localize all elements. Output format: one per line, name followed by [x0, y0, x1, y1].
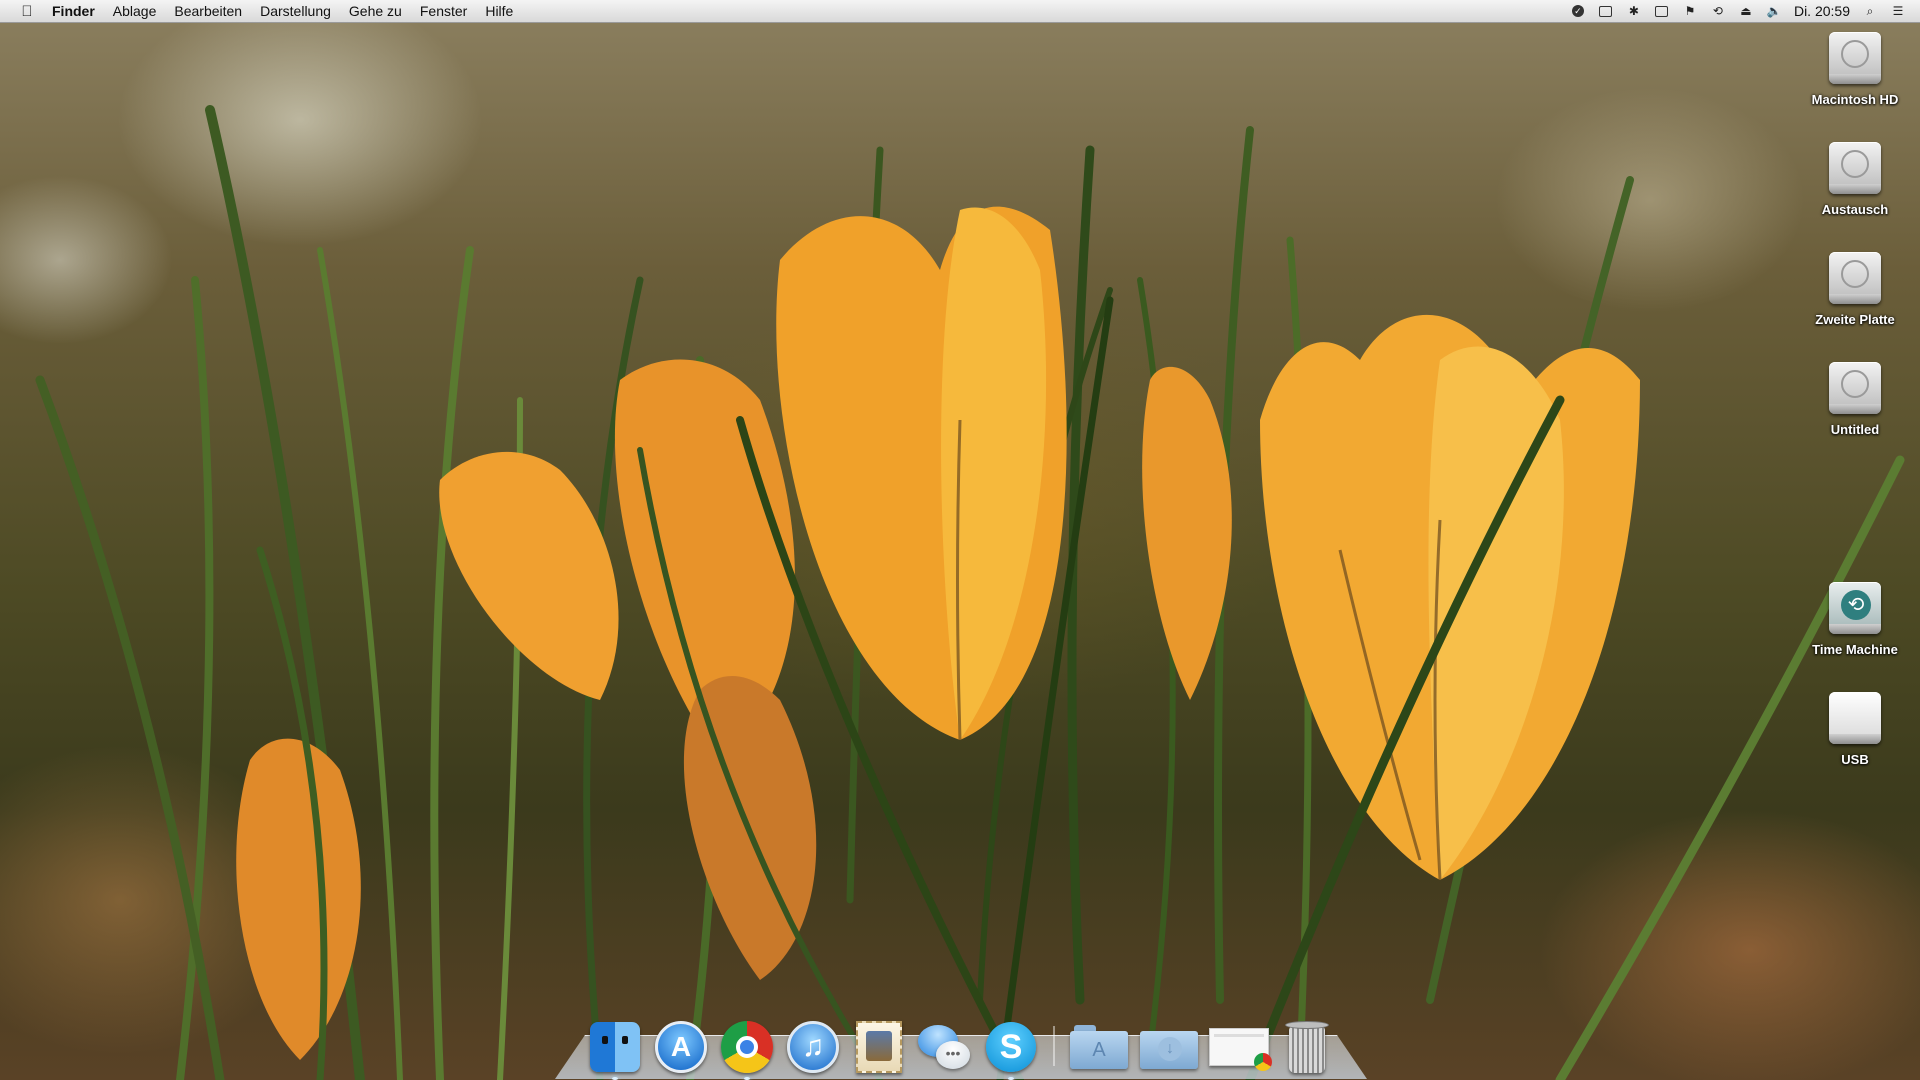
desktop-icon-zweite-platte[interactable]: Zweite Platte [1800, 248, 1910, 327]
app-store-icon: A [655, 1021, 707, 1073]
dock-item-trash[interactable] [1279, 1019, 1335, 1075]
dock-item-downloads-folder[interactable] [1139, 1019, 1199, 1075]
applications-folder-icon: A [1070, 1025, 1128, 1069]
notification-center-icon[interactable]: ☰ [1890, 4, 1906, 18]
dock: A ♫ ••• S A [555, 1017, 1367, 1080]
chrome-icon [721, 1021, 773, 1073]
dock-item-applications-folder[interactable]: A [1069, 1019, 1129, 1075]
dock-item-finder[interactable] [587, 1019, 643, 1080]
menu-ablage[interactable]: Ablage [104, 3, 166, 19]
dock-item-mail[interactable] [851, 1019, 907, 1075]
desktop-icon-label: Zweite Platte [1815, 312, 1895, 327]
time-machine-icon[interactable]: ⟲ [1710, 4, 1726, 18]
desktop-icon-label: Untitled [1830, 422, 1880, 437]
desktop-icon-label: Macintosh HD [1811, 92, 1899, 107]
skype-icon: S [986, 1022, 1036, 1072]
dock-item-chrome[interactable] [719, 1019, 775, 1080]
menu-hilfe[interactable]: Hilfe [476, 3, 522, 19]
spotlight-search-icon[interactable]: ⌕ [1862, 4, 1878, 18]
menu-darstellung[interactable]: Darstellung [251, 3, 340, 19]
usb-drive-icon [1827, 688, 1883, 748]
status-area: ✓ ✱ ⚑ ⟲ ⏏ 🔈 Di. 20:59 ⌕ ☰ [1570, 3, 1906, 19]
downloads-folder-icon [1140, 1025, 1198, 1069]
dock-item-documents-stack[interactable] [1209, 1019, 1272, 1075]
dock-item-app-store[interactable]: A [653, 1019, 709, 1075]
dock-item-messages[interactable]: ••• [917, 1019, 973, 1075]
menu-fenster[interactable]: Fenster [411, 3, 476, 19]
dock-item-itunes[interactable]: ♫ [785, 1019, 841, 1075]
display-icon[interactable] [1598, 4, 1614, 18]
desktop-icon-label: Time Machine [1812, 642, 1898, 657]
hard-drive-icon [1827, 138, 1883, 198]
desktop-icon-label: USB [1841, 752, 1869, 767]
dropbox-icon[interactable]: ✓ [1570, 4, 1586, 18]
trash-icon [1285, 1019, 1329, 1075]
itunes-icon: ♫ [787, 1021, 839, 1073]
apple-icon[interactable]:  [12, 3, 42, 20]
desktop-icon-label: Austausch [1821, 202, 1889, 217]
desktop-icon-usb[interactable]: USB [1800, 688, 1910, 767]
dock-items: A ♫ ••• S A [587, 1017, 1335, 1080]
bluetooth-icon[interactable]: ✱ [1626, 4, 1642, 18]
flag-icon[interactable]: ⚑ [1682, 4, 1698, 18]
time-machine-drive-icon: ⟲ [1827, 578, 1883, 638]
menu-app-name[interactable]: Finder [42, 3, 104, 19]
volume-icon[interactable]: 🔈 [1766, 4, 1782, 18]
menu-clock[interactable]: Di. 20:59 [1794, 3, 1850, 19]
hard-drive-icon [1827, 358, 1883, 418]
eject-icon[interactable]: ⏏ [1738, 4, 1754, 18]
messages-icon: ••• [918, 1023, 972, 1071]
desktop-icon-austausch[interactable]: Austausch [1800, 138, 1910, 217]
dock-item-skype[interactable]: S [983, 1019, 1039, 1080]
hard-drive-icon [1827, 28, 1883, 88]
finder-icon [590, 1022, 640, 1072]
desktop-icon-untitled[interactable]: Untitled [1800, 358, 1910, 437]
mail-icon [856, 1021, 902, 1073]
menu-gehe-zu[interactable]: Gehe zu [340, 3, 411, 19]
hard-drive-icon [1827, 248, 1883, 308]
battery-icon[interactable] [1654, 4, 1670, 18]
documents-stack-icon [1209, 1028, 1272, 1071]
menu-bar:  Finder Ablage Bearbeiten Darstellung G… [0, 0, 1920, 23]
desktop-wallpaper [0, 0, 1920, 1080]
desktop-icon-time-machine[interactable]: ⟲ Time Machine [1800, 578, 1910, 657]
menu-bearbeiten[interactable]: Bearbeiten [165, 3, 251, 19]
desktop-icon-macintosh-hd[interactable]: Macintosh HD [1800, 28, 1910, 107]
dock-separator [1053, 1026, 1055, 1066]
